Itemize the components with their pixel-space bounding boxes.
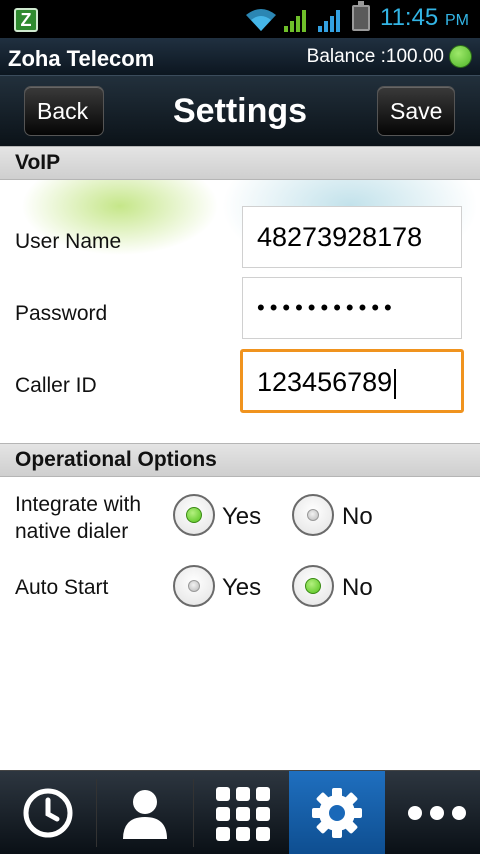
back-button[interactable]: Back (24, 86, 104, 136)
save-button[interactable]: Save (377, 86, 455, 136)
app-icon: Z (14, 8, 38, 32)
section-header-operational: Operational Options (0, 443, 480, 477)
app-header: Zoha Telecom Balance :100.00 (0, 38, 480, 76)
radio-empty-dot (188, 580, 200, 592)
integrate-yes-label[interactable]: Yes (222, 503, 261, 531)
integrate-label-line1: Integrate with (15, 493, 142, 516)
nav-dialpad[interactable] (194, 771, 290, 854)
integrate-label: Integrate with native dialer (15, 491, 141, 545)
autostart-label: Auto Start (15, 576, 109, 599)
username-field[interactable]: 48273928178 (242, 206, 462, 268)
password-field[interactable]: ••••••••••• (242, 277, 462, 339)
status-bar: Z 11:45 PM (0, 0, 480, 38)
title-bar: Settings Back Save (0, 76, 480, 146)
integrate-label-line2: native dialer (15, 520, 129, 543)
settings-icon (312, 788, 362, 838)
radio-selected-dot (186, 507, 202, 523)
text-caret (394, 368, 397, 399)
nav-contacts[interactable] (97, 771, 193, 854)
autostart-no-label[interactable]: No (342, 574, 373, 602)
integrate-no-radio[interactable] (292, 494, 334, 536)
balance-text: Balance :100.00 (306, 46, 444, 67)
clock-time: 11:45 PM (380, 4, 469, 31)
signal-icon (284, 10, 306, 32)
integrate-yes-radio[interactable] (173, 494, 215, 536)
nav-more[interactable] (385, 771, 480, 854)
battery-icon (352, 1, 370, 31)
callerid-label: Caller ID (15, 374, 97, 397)
radio-empty-dot (307, 509, 319, 521)
section-header-voip: VoIP (0, 146, 480, 180)
callerid-value: 123456789 (257, 367, 393, 397)
bottom-nav (0, 770, 480, 854)
contacts-icon (123, 790, 167, 839)
more-icon (408, 806, 466, 820)
autostart-no-radio[interactable] (292, 565, 334, 607)
autostart-yes-label[interactable]: Yes (222, 574, 261, 602)
integrate-no-label[interactable]: No (342, 503, 373, 531)
dialpad-icon (216, 787, 270, 841)
password-label: Password (15, 302, 108, 325)
callerid-field[interactable]: 123456789 (240, 349, 464, 413)
clock-icon (23, 788, 73, 838)
autostart-yes-radio[interactable] (173, 565, 215, 607)
nav-history[interactable] (0, 771, 96, 854)
wifi-icon (246, 9, 276, 31)
signal-icon (318, 10, 340, 32)
radio-selected-dot (305, 578, 321, 594)
app-name: Zoha Telecom (8, 46, 155, 71)
settings-content: VoIP User Name 48273928178 Password ••••… (0, 146, 480, 770)
username-label: User Name (15, 230, 122, 253)
status-indicator (449, 45, 472, 68)
nav-settings[interactable] (289, 771, 385, 854)
